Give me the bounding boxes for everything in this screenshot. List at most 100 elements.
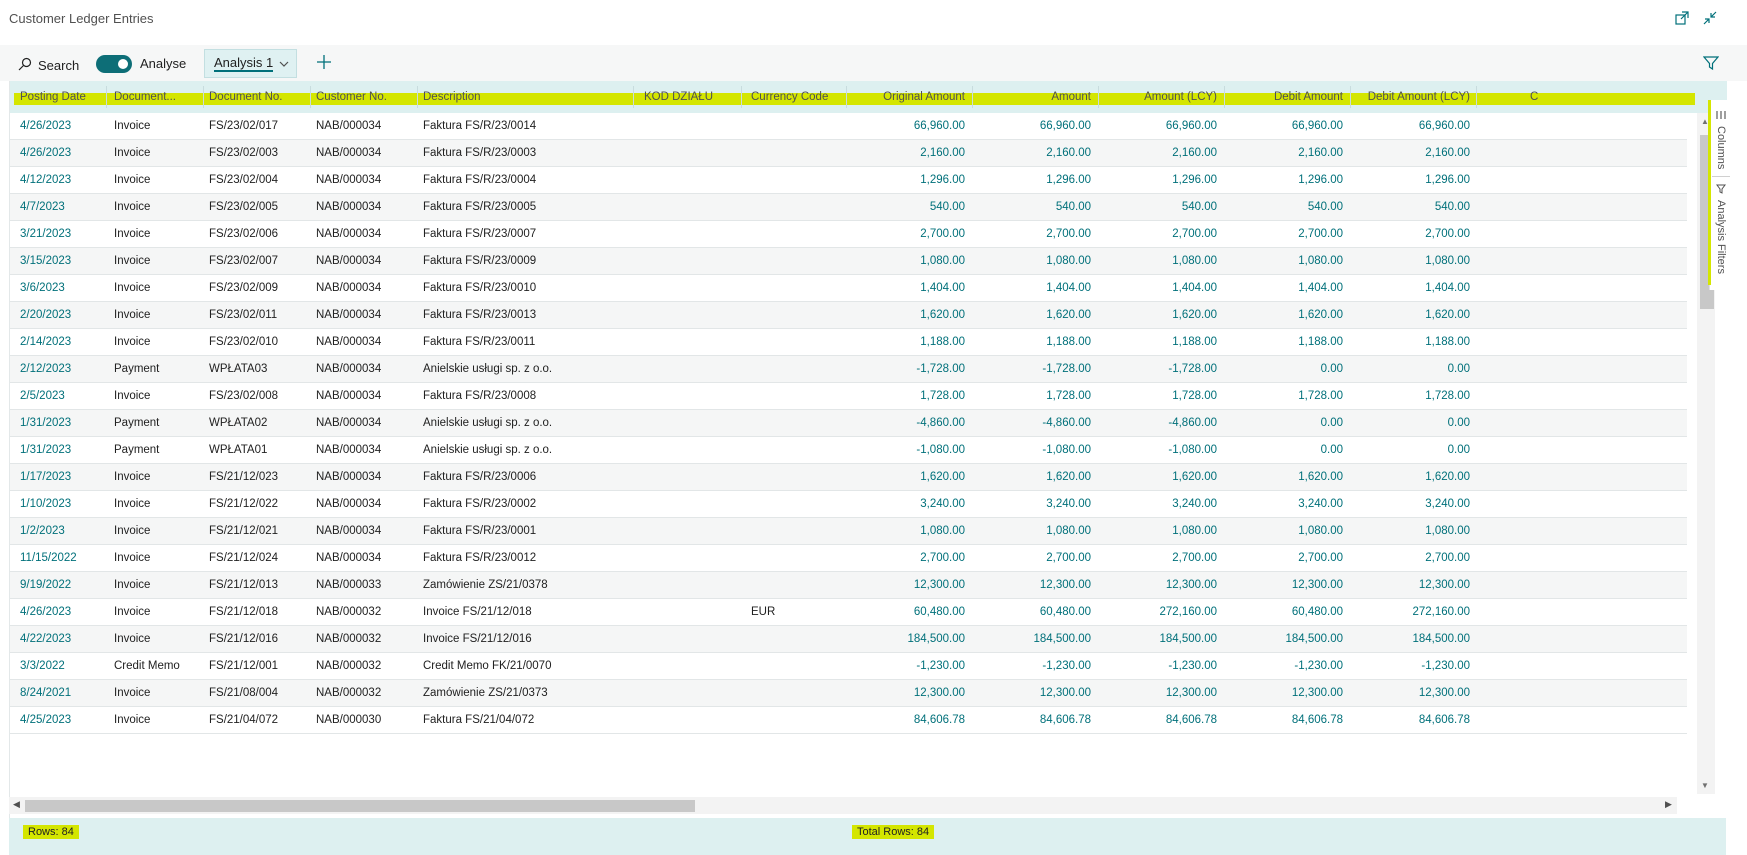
table-row[interactable]: 2/12/2023 Payment WPŁATA03 NAB/000034 Aniels…: [10, 356, 1687, 383]
cell-posting-date[interactable]: 3/3/2022: [20, 653, 112, 679]
cell-posting-date[interactable]: 2/12/2023: [20, 356, 112, 382]
cell-debit-amount-lcy[interactable]: 12,300.00: [1349, 680, 1470, 706]
column-separator[interactable]: [741, 86, 742, 108]
cell-amount-lcy[interactable]: -1,080.00: [1097, 437, 1217, 463]
cell-posting-date[interactable]: 3/6/2023: [20, 275, 112, 301]
column-separator[interactable]: [1350, 86, 1351, 108]
cell-debit-amount-lcy[interactable]: 184,500.00: [1349, 626, 1470, 652]
cell-amount-lcy[interactable]: 540.00: [1097, 194, 1217, 220]
cell-original-amount[interactable]: 1,296.00: [845, 167, 965, 193]
cell-amount-lcy[interactable]: 1,188.00: [1097, 329, 1217, 355]
column-header-document-no[interactable]: Document No.: [209, 91, 283, 103]
table-row[interactable]: 11/15/2022 Invoice FS/21/12/024 NAB/000034 F…: [10, 545, 1687, 572]
cell-posting-date[interactable]: 2/5/2023: [20, 383, 112, 409]
cell-amount-lcy[interactable]: 2,700.00: [1097, 221, 1217, 247]
table-row[interactable]: 3/15/2023 Invoice FS/23/02/007 NAB/000034 Fa…: [10, 248, 1687, 275]
column-separator[interactable]: [203, 86, 204, 108]
cell-original-amount[interactable]: 540.00: [845, 194, 965, 220]
cell-original-amount[interactable]: 1,080.00: [845, 518, 965, 544]
table-row[interactable]: 4/26/2023 Invoice FS/21/12/018 NAB/000032 In…: [10, 599, 1687, 626]
cell-debit-amount-lcy[interactable]: 0.00: [1349, 437, 1470, 463]
cell-original-amount[interactable]: 12,300.00: [845, 572, 965, 598]
cell-amount[interactable]: 1,620.00: [971, 464, 1091, 490]
cell-original-amount[interactable]: -4,860.00: [845, 410, 965, 436]
table-row[interactable]: 1/31/2023 Payment WPŁATA02 NAB/000034 Aniels…: [10, 410, 1687, 437]
cell-amount[interactable]: 2,160.00: [971, 140, 1091, 166]
cell-debit-amount-lcy[interactable]: 272,160.00: [1349, 599, 1470, 625]
cell-original-amount[interactable]: 12,300.00: [845, 680, 965, 706]
cell-amount-lcy[interactable]: 272,160.00: [1097, 599, 1217, 625]
cell-amount-lcy[interactable]: 2,700.00: [1097, 545, 1217, 571]
cell-debit-amount-lcy[interactable]: 1,080.00: [1349, 248, 1470, 274]
cell-posting-date[interactable]: 4/25/2023: [20, 707, 112, 733]
cell-amount-lcy[interactable]: -1,230.00: [1097, 653, 1217, 679]
cell-original-amount[interactable]: 3,240.00: [845, 491, 965, 517]
cell-amount[interactable]: 1,404.00: [971, 275, 1091, 301]
table-row[interactable]: 8/24/2021 Invoice FS/21/08/004 NAB/000032 Za…: [10, 680, 1687, 707]
table-row[interactable]: 2/14/2023 Invoice FS/23/02/010 NAB/000034 Fa…: [10, 329, 1687, 356]
cell-debit-amount[interactable]: 0.00: [1223, 437, 1343, 463]
cell-amount-lcy[interactable]: 1,080.00: [1097, 518, 1217, 544]
cell-original-amount[interactable]: -1,728.00: [845, 356, 965, 382]
cell-amount[interactable]: 84,606.78: [971, 707, 1091, 733]
cell-amount[interactable]: -1,080.00: [971, 437, 1091, 463]
cell-debit-amount[interactable]: 2,700.00: [1223, 545, 1343, 571]
table-row[interactable]: 1/17/2023 Invoice FS/21/12/023 NAB/000034 Fa…: [10, 464, 1687, 491]
cell-amount[interactable]: 3,240.00: [971, 491, 1091, 517]
cell-amount[interactable]: -4,860.00: [971, 410, 1091, 436]
cell-amount[interactable]: 1,296.00: [971, 167, 1091, 193]
cell-debit-amount-lcy[interactable]: 2,160.00: [1349, 140, 1470, 166]
column-header-kod-dzialu[interactable]: KOD DZIAŁU: [644, 91, 713, 103]
cell-debit-amount[interactable]: 0.00: [1223, 356, 1343, 382]
cell-original-amount[interactable]: 1,080.00: [845, 248, 965, 274]
cell-original-amount[interactable]: 1,188.00: [845, 329, 965, 355]
chevron-down-icon[interactable]: [279, 56, 289, 71]
table-row[interactable]: 4/12/2023 Invoice FS/23/02/004 NAB/000034 Fa…: [10, 167, 1687, 194]
table-row[interactable]: 3/21/2023 Invoice FS/23/02/006 NAB/000034 Fa…: [10, 221, 1687, 248]
cell-amount[interactable]: -1,728.00: [971, 356, 1091, 382]
cell-amount-lcy[interactable]: 1,296.00: [1097, 167, 1217, 193]
cell-debit-amount-lcy[interactable]: 1,728.00: [1349, 383, 1470, 409]
cell-amount[interactable]: 1,080.00: [971, 518, 1091, 544]
cell-posting-date[interactable]: 8/24/2021: [20, 680, 112, 706]
cell-posting-date[interactable]: 4/26/2023: [20, 113, 112, 139]
cell-amount[interactable]: 2,700.00: [971, 221, 1091, 247]
table-row[interactable]: 4/26/2023 Invoice FS/23/02/003 NAB/000034 Fa…: [10, 140, 1687, 167]
cell-amount-lcy[interactable]: 66,960.00: [1097, 113, 1217, 139]
cell-debit-amount[interactable]: 184,500.00: [1223, 626, 1343, 652]
table-row[interactable]: 1/2/2023 Invoice FS/21/12/021 NAB/000034 Fak…: [10, 518, 1687, 545]
cell-debit-amount[interactable]: 2,700.00: [1223, 221, 1343, 247]
cell-amount[interactable]: 12,300.00: [971, 572, 1091, 598]
cell-original-amount[interactable]: -1,230.00: [845, 653, 965, 679]
column-separator[interactable]: [1476, 86, 1477, 108]
cell-original-amount[interactable]: 1,728.00: [845, 383, 965, 409]
cell-debit-amount[interactable]: 1,404.00: [1223, 275, 1343, 301]
table-row[interactable]: 4/25/2023 Invoice FS/21/04/072 NAB/000030 Fa…: [10, 707, 1687, 734]
cell-debit-amount[interactable]: 12,300.00: [1223, 680, 1343, 706]
cell-amount[interactable]: 184,500.00: [971, 626, 1091, 652]
cell-debit-amount[interactable]: 60,480.00: [1223, 599, 1343, 625]
cell-amount-lcy[interactable]: 1,620.00: [1097, 302, 1217, 328]
cell-amount[interactable]: 2,700.00: [971, 545, 1091, 571]
cell-posting-date[interactable]: 2/14/2023: [20, 329, 112, 355]
cell-debit-amount-lcy[interactable]: 3,240.00: [1349, 491, 1470, 517]
column-separator[interactable]: [417, 86, 418, 108]
cell-amount-lcy[interactable]: -4,860.00: [1097, 410, 1217, 436]
column-separator[interactable]: [1224, 86, 1225, 108]
cell-debit-amount-lcy[interactable]: -1,230.00: [1349, 653, 1470, 679]
table-row[interactable]: 2/20/2023 Invoice FS/23/02/011 NAB/000034 Fa…: [10, 302, 1687, 329]
cell-debit-amount[interactable]: 12,300.00: [1223, 572, 1343, 598]
cell-amount-lcy[interactable]: 84,606.78: [1097, 707, 1217, 733]
cell-posting-date[interactable]: 9/19/2022: [20, 572, 112, 598]
cell-original-amount[interactable]: 1,404.00: [845, 275, 965, 301]
cell-amount[interactable]: 1,620.00: [971, 302, 1091, 328]
cell-original-amount[interactable]: 66,960.00: [845, 113, 965, 139]
cell-amount[interactable]: 1,080.00: [971, 248, 1091, 274]
cell-posting-date[interactable]: 1/31/2023: [20, 410, 112, 436]
cell-posting-date[interactable]: 4/22/2023: [20, 626, 112, 652]
table-row[interactable]: 2/5/2023 Invoice FS/23/02/008 NAB/000034 Fak…: [10, 383, 1687, 410]
table-row[interactable]: 1/10/2023 Invoice FS/21/12/022 NAB/000034 Fa…: [10, 491, 1687, 518]
cell-posting-date[interactable]: 3/21/2023: [20, 221, 112, 247]
cell-debit-amount-lcy[interactable]: 84,606.78: [1349, 707, 1470, 733]
column-header-customer-no[interactable]: Customer No.: [316, 91, 387, 103]
